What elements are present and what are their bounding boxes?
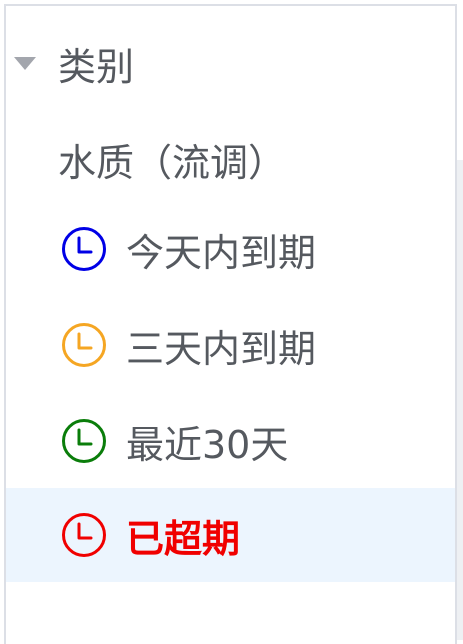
tree-item-label: 已超期 [126, 516, 241, 561]
tree-item-label: 三天内到期 [126, 326, 317, 371]
tree-item-due-three-days[interactable]: 三天内到期 [6, 308, 455, 382]
clock-icon [62, 419, 106, 463]
tree-item-overdue[interactable]: 已超期 [6, 488, 455, 582]
caret-down-icon[interactable] [14, 56, 36, 70]
clock-icon [62, 227, 106, 271]
scrollbar-track[interactable] [457, 160, 463, 640]
tree-item-label: 今天内到期 [126, 230, 317, 275]
clock-icon [62, 323, 106, 367]
category-label: 类别 [58, 44, 135, 89]
tree-item-last-30-days[interactable]: 最近30天 [6, 404, 455, 478]
tree-item-label: 最近30天 [126, 422, 289, 467]
tree-item-due-today[interactable]: 今天内到期 [6, 212, 455, 286]
category-tree-panel: 类别 水质（流调） 今天内到期 三天内到期 最近30天 已超期 [4, 4, 457, 644]
tree-item-water-quality[interactable]: 水质（流调） [6, 122, 455, 196]
clock-icon [62, 513, 106, 557]
tree-item-label: 水质（流调） [58, 140, 287, 185]
category-tree-node[interactable]: 类别 [6, 26, 455, 100]
